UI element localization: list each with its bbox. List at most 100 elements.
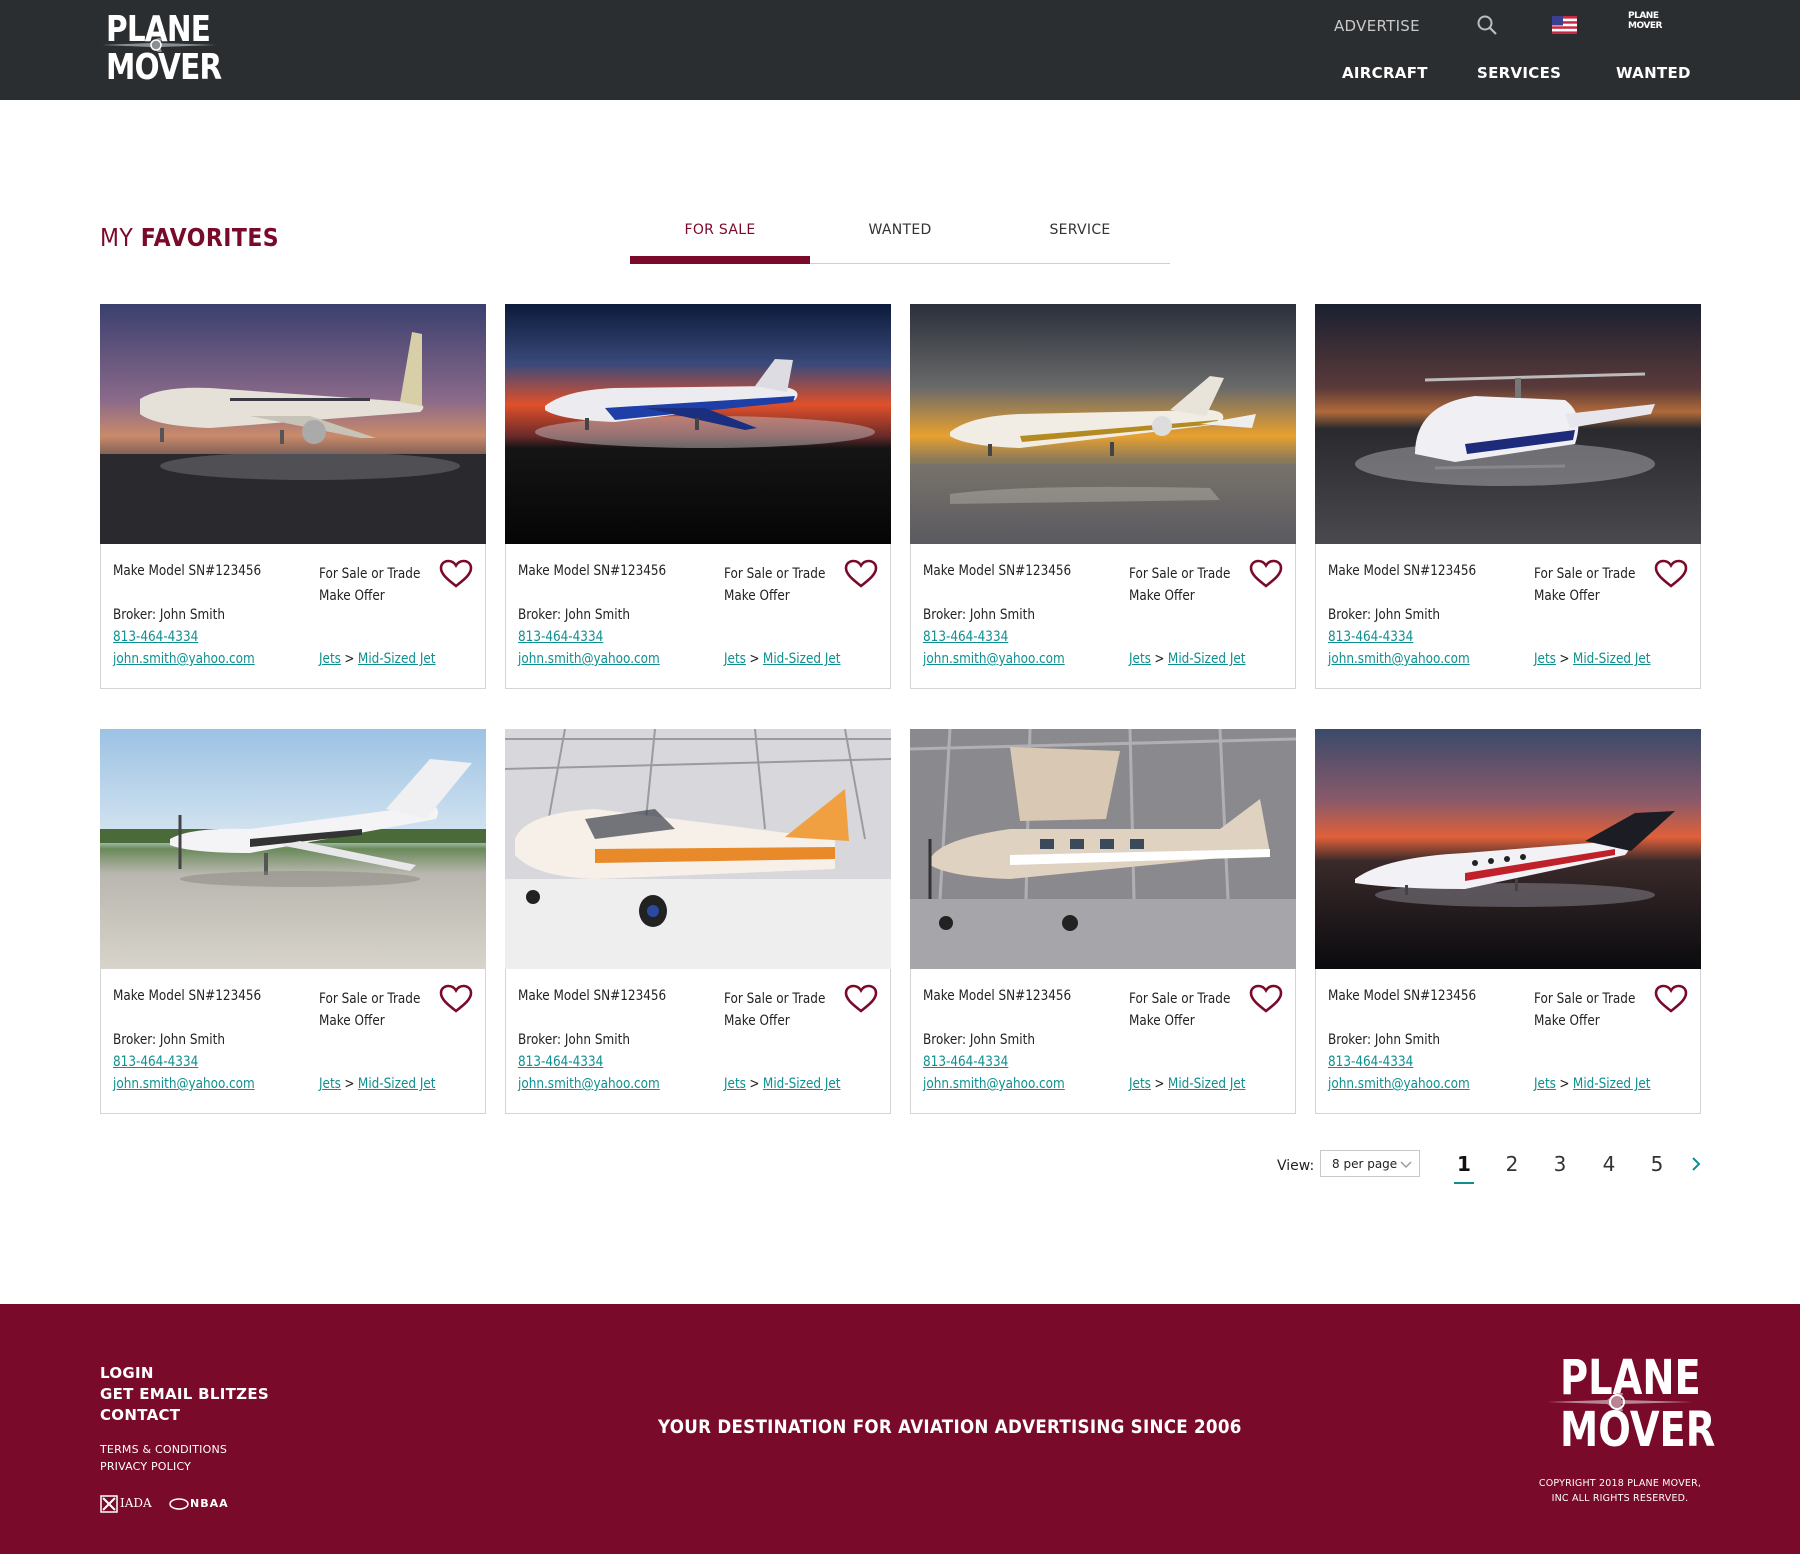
category-breadcrumb: Jets > Mid-Sized Jet [319,651,436,667]
broker-email-link[interactable]: john.smith@yahoo.com [923,1076,1065,1092]
listing-model[interactable]: Make Model SN#123456 [1328,563,1476,579]
us-flag-icon[interactable] [1552,16,1577,34]
broker-phone-link[interactable]: 813-464-4334 [113,629,198,645]
aircraft-photo[interactable] [1315,304,1701,544]
favorite-heart-icon[interactable] [1249,559,1283,593]
category-jets-link[interactable]: Jets [724,651,746,667]
aircraft-photo[interactable] [505,729,891,969]
footer-login-link[interactable]: LOGIN [100,1364,154,1382]
broker-email-link[interactable]: john.smith@yahoo.com [1328,1076,1470,1092]
footer-terms-link[interactable]: TERMS & CONDITIONS [100,1443,227,1456]
category-jets-link[interactable]: Jets [724,1076,746,1092]
broker-email-link[interactable]: john.smith@yahoo.com [113,651,255,667]
listing-model[interactable]: Make Model SN#123456 [1328,988,1476,1004]
favorite-heart-icon[interactable] [1249,984,1283,1018]
site-logo[interactable]: PLANE MOVER [100,12,222,88]
broker-email-link[interactable]: john.smith@yahoo.com [923,651,1065,667]
listing-card[interactable]: Make Model SN#123456 For Sale or Trade Ma… [1315,729,1701,1114]
aircraft-photo[interactable] [100,304,486,544]
listing-model[interactable]: Make Model SN#123456 [113,988,261,1004]
search-icon[interactable] [1476,14,1498,40]
sale-type: For Sale or Trade [1534,991,1636,1007]
aircraft-photo[interactable] [910,304,1296,544]
broker-email-link[interactable]: john.smith@yahoo.com [518,651,660,667]
listing-model[interactable]: Make Model SN#123456 [113,563,261,579]
listing-card[interactable]: Make Model SN#123456 For Sale or Trade Ma… [910,304,1296,689]
per-page-select[interactable]: 8 per page [1320,1150,1420,1177]
listing-card[interactable]: Make Model SN#123456 For Sale or Trade Ma… [505,304,891,689]
nav-wanted[interactable]: WANTED [1616,64,1691,82]
category-midsized-link[interactable]: Mid-Sized Jet [763,1076,841,1092]
category-midsized-link[interactable]: Mid-Sized Jet [1168,651,1246,667]
favorite-heart-icon[interactable] [1654,559,1688,593]
listing-card[interactable]: Make Model SN#123456 For Sale or Trade Ma… [100,729,486,1114]
category-midsized-link[interactable]: Mid-Sized Jet [1573,651,1651,667]
listing-details: Make Model SN#123456 For Sale or Trade Ma… [101,970,485,1114]
category-midsized-link[interactable]: Mid-Sized Jet [1168,1076,1246,1092]
broker-phone-link[interactable]: 813-464-4334 [113,1054,198,1070]
footer-contact-link[interactable]: CONTACT [100,1406,180,1424]
breadcrumb-separator: > [1154,651,1165,667]
favorite-heart-icon[interactable] [844,984,878,1018]
tab-service[interactable]: SERVICE [990,222,1170,238]
listing-card[interactable]: Make Model SN#123456 For Sale or Trade Ma… [505,729,891,1114]
broker-phone-link[interactable]: 813-464-4334 [518,1054,603,1070]
category-breadcrumb: Jets > Mid-Sized Jet [724,651,841,667]
broker-name: Broker: John Smith [518,1032,630,1048]
aircraft-photo[interactable] [910,729,1296,969]
listing-model[interactable]: Make Model SN#123456 [923,563,1071,579]
listing-model[interactable]: Make Model SN#123456 [518,988,666,1004]
category-jets-link[interactable]: Jets [1534,1076,1556,1092]
tab-wanted[interactable]: WANTED [810,222,990,238]
favorite-heart-icon[interactable] [1654,984,1688,1018]
category-jets-link[interactable]: Jets [319,1076,341,1092]
listing-tabs: FOR SALE WANTED SERVICE [630,212,1170,264]
broker-phone-link[interactable]: 813-464-4334 [1328,1054,1413,1070]
mini-logo[interactable]: PLANE MOVER [1628,11,1662,31]
category-midsized-link[interactable]: Mid-Sized Jet [763,651,841,667]
broker-email-link[interactable]: john.smith@yahoo.com [113,1076,255,1092]
category-midsized-link[interactable]: Mid-Sized Jet [358,1076,436,1092]
page-1[interactable]: 1 [1452,1152,1476,1184]
favorite-heart-icon[interactable] [844,559,878,593]
nav-services[interactable]: SERVICES [1477,64,1561,82]
aircraft-photo[interactable] [100,729,486,969]
broker-email-link[interactable]: john.smith@yahoo.com [1328,651,1470,667]
category-breadcrumb: Jets > Mid-Sized Jet [1534,651,1651,667]
chevron-right-icon[interactable] [1690,1156,1702,1176]
broker-phone-link[interactable]: 813-464-4334 [923,629,1008,645]
footer-email-blitz-link[interactable]: GET EMAIL BLITZES [100,1385,269,1403]
listing-model[interactable]: Make Model SN#123456 [923,988,1071,1004]
category-breadcrumb: Jets > Mid-Sized Jet [724,1076,841,1092]
page-3[interactable]: 3 [1548,1152,1572,1176]
category-midsized-link[interactable]: Mid-Sized Jet [1573,1076,1651,1092]
broker-phone-link[interactable]: 813-464-4334 [518,629,603,645]
nav-advertise-link[interactable]: ADVERTISE [1334,17,1420,35]
category-jets-link[interactable]: Jets [319,651,341,667]
listing-card[interactable]: Make Model SN#123456 For Sale or Trade Ma… [100,304,486,689]
broker-email-link[interactable]: john.smith@yahoo.com [518,1076,660,1092]
page-4[interactable]: 4 [1597,1152,1621,1176]
footer-privacy-link[interactable]: PRIVACY POLICY [100,1460,191,1473]
page-2[interactable]: 2 [1500,1152,1524,1176]
category-jets-link[interactable]: Jets [1129,651,1151,667]
aircraft-photo[interactable] [1315,729,1701,969]
nav-aircraft[interactable]: AIRCRAFT [1342,64,1428,82]
category-breadcrumb: Jets > Mid-Sized Jet [319,1076,436,1092]
listing-card[interactable]: Make Model SN#123456 For Sale or Trade Ma… [910,729,1296,1114]
listing-card[interactable]: Make Model SN#123456 For Sale or Trade Ma… [1315,304,1701,689]
category-midsized-link[interactable]: Mid-Sized Jet [358,651,436,667]
broker-name: Broker: John Smith [113,607,225,623]
favorite-heart-icon[interactable] [439,559,473,593]
category-jets-link[interactable]: Jets [1534,651,1556,667]
aircraft-photo[interactable] [505,304,891,544]
tab-for-sale[interactable]: FOR SALE [630,222,810,238]
broker-phone-link[interactable]: 813-464-4334 [923,1054,1008,1070]
broker-phone-link[interactable]: 813-464-4334 [1328,629,1413,645]
favorite-heart-icon[interactable] [439,984,473,1018]
page-5[interactable]: 5 [1645,1152,1669,1176]
listing-model[interactable]: Make Model SN#123456 [518,563,666,579]
active-tab-indicator [630,256,810,264]
footer-logo[interactable]: PLANE MOVER [1545,1354,1715,1458]
category-jets-link[interactable]: Jets [1129,1076,1151,1092]
